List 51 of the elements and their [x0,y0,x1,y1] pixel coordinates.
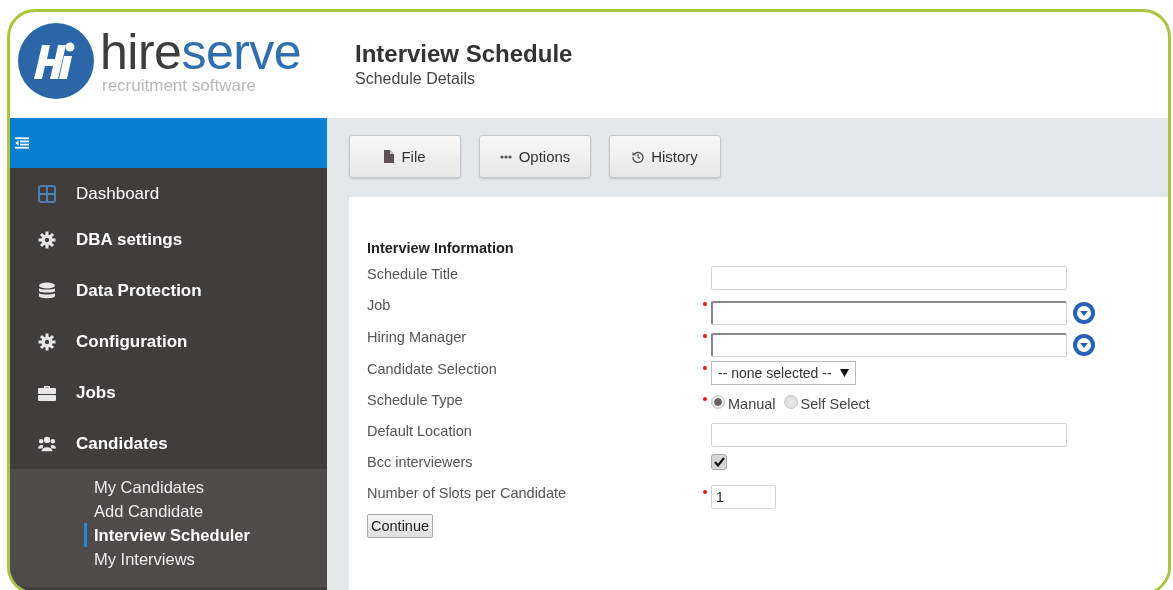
page-subtitle: Schedule Details [355,70,477,88]
section-title: Interview Information [367,240,515,256]
radio-label: Manual [728,396,776,412]
briefcase-icon [38,383,56,402]
menu-collapse-icon[interactable] [15,137,29,149]
continue-button[interactable]: Continue [367,514,434,538]
dropdown-icon[interactable] [1073,334,1095,356]
field-label: Number of Slots per Candidate [367,485,568,501]
field-label: Job [367,297,392,313]
submenu-item[interactable]: Interview Scheduler [84,523,250,547]
field-label: Candidate Selection [367,361,498,377]
checkbox[interactable] [711,454,727,470]
settings-icon [38,332,56,351]
submenu-item[interactable]: Add Candidate [84,499,204,523]
history-icon [632,150,645,163]
submenu-item[interactable]: My Interviews [84,547,195,571]
logo-icon [18,23,94,99]
toolbar-button[interactable]: History [609,135,721,178]
field-label: Default Location [367,423,473,439]
settings-icon [38,230,56,249]
sidebar-item[interactable]: DBA settings [10,214,327,265]
radio-button[interactable] [783,395,798,409]
grid-icon [38,184,56,203]
field-label: Schedule Type [367,392,464,408]
dropdown-icon[interactable] [1073,302,1095,324]
toolbar-button[interactable]: File [349,135,461,178]
file-icon [384,150,395,163]
submenu-item[interactable]: My Candidates [84,475,205,499]
caret-icon [839,369,849,377]
sidebar-item[interactable]: Dashboard [10,168,327,214]
toolbar-button[interactable]: Options [479,135,591,178]
text-field[interactable] [711,301,1067,325]
users-icon [38,434,56,453]
more-icon [499,154,512,159]
logo-wordmark: hireserve [100,27,302,77]
dropdown[interactable]: -- none selected -- [711,361,856,385]
text-field[interactable] [711,333,1067,357]
sidebar-item[interactable]: Candidates [10,418,327,469]
radio-button[interactable] [711,395,725,409]
page-title: Interview Schedule [355,40,573,68]
sidebar-item[interactable]: Configuration [10,316,327,367]
database-icon [38,281,56,300]
field-label: Hiring Manager [367,329,468,345]
check-icon [713,457,725,467]
radio-label: Self Select [800,396,870,412]
sidebar-item[interactable]: Jobs [10,367,327,418]
logo-tagline: recruitment software [102,77,257,95]
field-label: Schedule Title [367,266,460,282]
number-field[interactable]: 1 [711,485,776,509]
field-label: Bcc interviewers [367,454,474,470]
sidebar-item[interactable]: Data Protection [10,265,327,316]
